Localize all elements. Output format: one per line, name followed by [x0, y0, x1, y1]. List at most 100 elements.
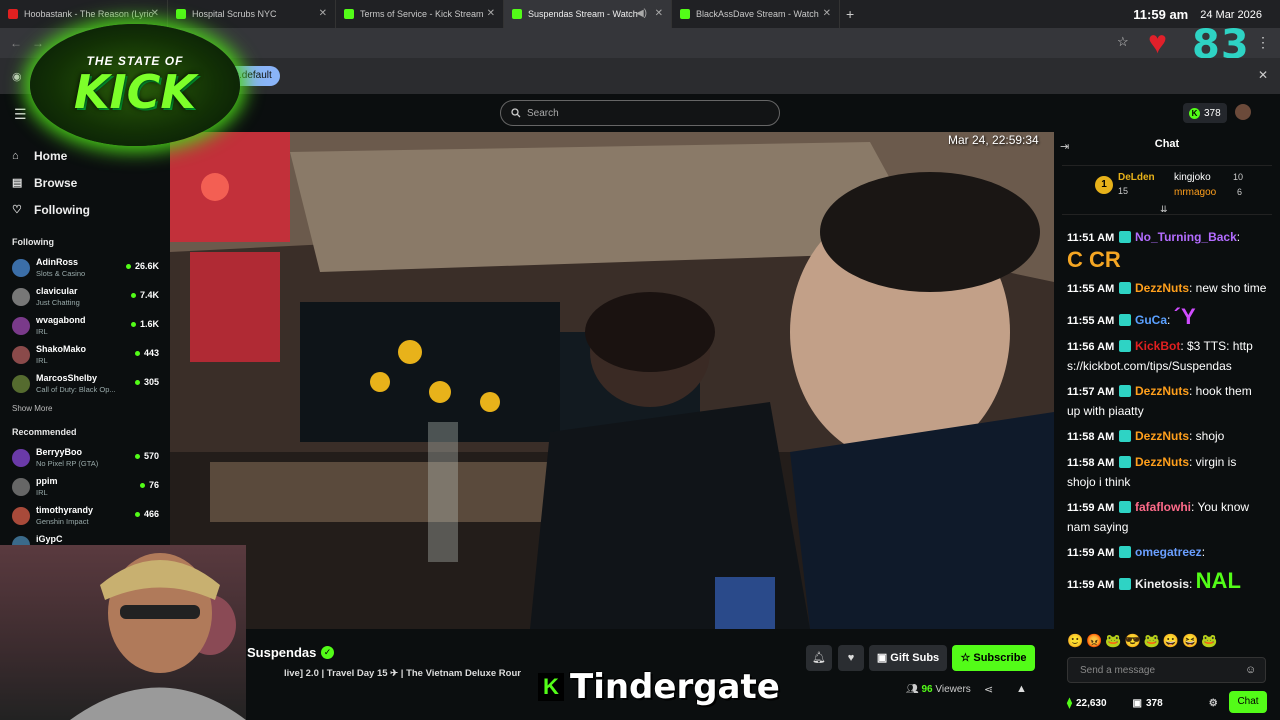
chat-message: 11:55 AM DezzNuts: new sho time [1067, 279, 1267, 299]
chat-username[interactable]: fafaflowhi [1135, 500, 1191, 514]
search-placeholder: Search [527, 107, 559, 119]
message-time: 11:59 AM [1067, 547, 1115, 559]
avatar [12, 316, 30, 335]
close-tab-icon[interactable]: ✕ [487, 8, 495, 19]
gifter-name[interactable]: kingjoko [1174, 172, 1211, 183]
sidebar-channel[interactable]: clavicular Just Chatting 7.4K [0, 282, 170, 311]
chat-username[interactable]: DezzNuts [1135, 384, 1189, 398]
browser-tabstrip: Hoobastank - The Reason (Lyric ✕ Hospital… [0, 0, 1280, 28]
browser-tab[interactable]: BlackAssDave Stream - Watch ✕ [672, 0, 840, 28]
chat-username[interactable]: Kinetosis [1135, 577, 1189, 591]
chat-username[interactable]: DezzNuts [1135, 455, 1189, 469]
avatar [12, 287, 30, 306]
chat-username[interactable]: DezzNuts [1135, 281, 1189, 295]
system-clock: 11:59 am 24 Mar 2026 [1133, 7, 1262, 22]
gift-subs-button[interactable]: ▣ Gift Subs [869, 645, 947, 671]
star-icon: ☆ [960, 652, 974, 664]
expand-icon[interactable]: ⇊ [1160, 204, 1168, 215]
viewer-count: 570 [134, 451, 159, 461]
avatar [12, 477, 30, 496]
follow-heart-button[interactable]: ♥ [838, 645, 864, 671]
message-time: 11:59 AM [1067, 502, 1115, 514]
browser-tab[interactable]: Hospital Scrubs NYC ✕ [168, 0, 336, 28]
sidebar-channel[interactable]: AdinRoss Slots & Casino 26.6K [0, 253, 170, 282]
forward-icon[interactable]: → [32, 36, 44, 50]
heart-icon: ♡ [12, 204, 22, 216]
nav-label: Home [34, 148, 68, 163]
badge-icon [1118, 430, 1131, 442]
chat-send-button[interactable]: Chat [1229, 691, 1267, 713]
live-dot-icon [134, 511, 140, 517]
browser-tab[interactable]: Terms of Service - Kick Stream ✕ [336, 0, 504, 28]
search-input[interactable]: Search [500, 100, 780, 126]
home-icon: ⌂ [12, 149, 19, 162]
share-icon[interactable]: ⋖ [984, 683, 993, 696]
message-time: 11:58 AM [1067, 431, 1115, 443]
show-more-button[interactable]: Show More [0, 404, 170, 413]
badge-icon [1118, 231, 1131, 243]
speaker-icon[interactable]: ◀) [636, 8, 647, 19]
bookmark-star-icon[interactable]: ☆ [1117, 34, 1129, 50]
nav-following[interactable]: ♡ Following [12, 196, 170, 223]
menu-icon[interactable]: ☰ [14, 106, 27, 123]
subscribe-button[interactable]: ☆ Subscribe [952, 645, 1035, 671]
notification-bell-button[interactable]: 🔔︎ [806, 645, 832, 671]
sidebar-channel[interactable]: wvagabond IRL 1.6K [0, 311, 170, 340]
close-tab-icon[interactable]: ✕ [319, 8, 327, 19]
chat-username[interactable]: DezzNuts [1135, 429, 1189, 443]
send-message-input[interactable]: Send a message [1067, 657, 1266, 683]
channel-text: AdinRoss Slots & Casino [36, 257, 85, 278]
avatar [12, 258, 30, 277]
report-icon[interactable]: ▲ [1016, 683, 1027, 695]
sidebar-channel[interactable]: timothyrandy Genshin Impact 466 [0, 501, 170, 530]
viewer-number: 1.6K [139, 319, 159, 329]
gifter-name[interactable]: DeLden [1118, 172, 1155, 183]
emote-bar[interactable]: 🙂😡🐸😎🐸😀😆🐸 [1067, 633, 1221, 649]
viewer-number: 26.6K [134, 261, 159, 271]
chat-username[interactable]: No_Turning_Back [1135, 230, 1237, 244]
tab-label: BlackAssDave Stream - Watch [696, 9, 819, 19]
chat-message: 11:58 AM DezzNuts: shojo [1067, 427, 1267, 447]
chat-username[interactable]: KickBot [1135, 339, 1180, 353]
badge-icon [1118, 314, 1131, 326]
emoji-icon[interactable]: ☺ [1245, 664, 1256, 676]
nav-home[interactable]: ⌂ Home [12, 142, 170, 169]
sidebar-channel[interactable]: ShakoMako IRL 443 [0, 340, 170, 369]
clock-time: 11:59 am [1133, 7, 1189, 22]
channel-name: wvagabond [36, 315, 86, 325]
badge-icon [1118, 578, 1131, 590]
live-dot-icon [139, 482, 145, 488]
chat-username[interactable]: GuCa [1135, 313, 1167, 327]
sidebar-channel[interactable]: BerryyBoo No Pixel RP (GTA) 570 [0, 443, 170, 472]
chat-username[interactable]: omegatreez [1135, 545, 1202, 559]
following-list: AdinRoss Slots & Casino 26.6K clavicular Jus… [0, 253, 170, 398]
video-player[interactable] [170, 132, 1054, 629]
close-infobar-icon[interactable]: ✕ [1258, 68, 1268, 82]
viewer-number: 443 [143, 348, 159, 358]
live-dot-icon [134, 350, 140, 356]
separator: : [1167, 313, 1174, 327]
close-tab-icon[interactable]: ✕ [151, 8, 159, 19]
browser-menu-icon[interactable]: ⋮ [1256, 34, 1270, 51]
verified-icon: ✓ [321, 646, 334, 659]
kick-coins[interactable]: K 378 [1183, 103, 1227, 123]
coin-count: 378 [1204, 107, 1221, 119]
nav-browse[interactable]: ▤ Browse [12, 169, 170, 196]
close-tab-icon[interactable]: ✕ [823, 8, 831, 19]
separator: : [1189, 577, 1196, 591]
streamer-name[interactable]: Suspendas [247, 645, 316, 660]
user-avatar[interactable] [1235, 104, 1251, 120]
sidebar-channel[interactable]: ppim IRL 76 [0, 472, 170, 501]
points-icon: ⧫ [1067, 697, 1072, 709]
gifter-name[interactable]: mrmagoo [1174, 187, 1216, 198]
back-icon[interactable]: ← [10, 36, 22, 50]
search-icon [511, 108, 521, 118]
settings-icon[interactable]: ⚙ [1209, 698, 1218, 709]
nav-label: Following [34, 202, 90, 217]
channel-name: ppim [36, 476, 58, 486]
browser-tab-active[interactable]: Suspendas Stream - Watch ◀) ✕ [504, 0, 672, 28]
new-tab-button[interactable]: + [846, 6, 854, 22]
people-icon: 👥︎ [906, 684, 922, 695]
sidebar-channel[interactable]: MarcosShelby Call of Duty: Black Op... 305 [0, 369, 170, 398]
close-tab-icon[interactable]: ✕ [655, 8, 663, 19]
